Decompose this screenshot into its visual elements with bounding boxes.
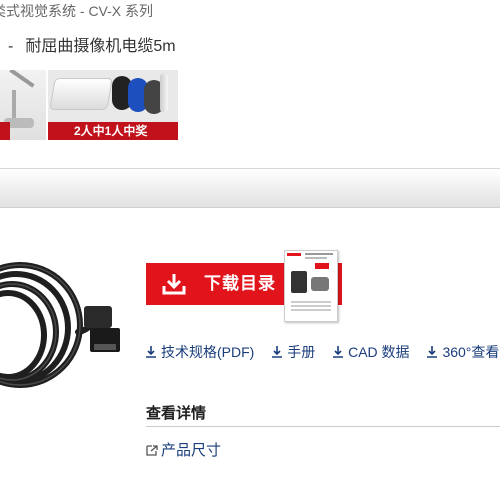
title-dash: -	[8, 38, 14, 55]
view-360-link[interactable]: 360°查看	[427, 342, 499, 362]
download-arrow-icon	[427, 346, 438, 358]
document-links: 技术规格(PDF) 手册 CAD 数据 360°查看	[146, 342, 500, 362]
download-arrow-icon	[272, 346, 283, 358]
cad-data-label: CAD 数据	[348, 344, 410, 360]
product-title-text: 耐屈曲摄像机电缆5m	[25, 38, 176, 55]
catalog-cover-image[interactable]	[284, 250, 338, 322]
download-tray-icon	[162, 274, 186, 295]
spec-pdf-label: 技术规格(PDF)	[161, 344, 255, 360]
prize-products-image	[48, 70, 178, 122]
view-360-label: 360°查看	[442, 344, 500, 360]
manual-link[interactable]: 手册	[272, 342, 315, 362]
external-arrow-icon	[146, 445, 158, 456]
promo-caption: 2人中1人中奖	[74, 124, 148, 138]
divider	[146, 426, 500, 427]
promo-caption-strip: 2人中1人中奖	[48, 122, 178, 140]
breadcrumb[interactable]: 类式视觉系统 - CV-X 系列	[0, 1, 153, 21]
power-bank-image	[49, 78, 113, 110]
promo-banner[interactable]: 2人中1人中奖	[0, 70, 178, 140]
usb-drive-image	[160, 74, 168, 112]
download-arrow-icon	[333, 346, 344, 358]
spec-pdf-link[interactable]: 技术规格(PDF)	[146, 342, 254, 362]
section-band	[0, 168, 500, 208]
download-arrow-icon	[146, 346, 156, 358]
product-dimensions-label: 产品尺寸	[161, 442, 222, 459]
details-heading: 查看详情	[146, 405, 207, 422]
product-dimensions-link[interactable]: 产品尺寸	[146, 439, 221, 460]
product-title: - 耐屈曲摄像机电缆5m	[8, 32, 176, 56]
camera-cable-image	[0, 262, 120, 388]
download-catalog-label: 下载目录	[204, 274, 276, 293]
promo-red-accent	[0, 122, 10, 140]
manual-label: 手册	[287, 344, 316, 360]
cad-data-link[interactable]: CAD 数据	[333, 342, 410, 362]
